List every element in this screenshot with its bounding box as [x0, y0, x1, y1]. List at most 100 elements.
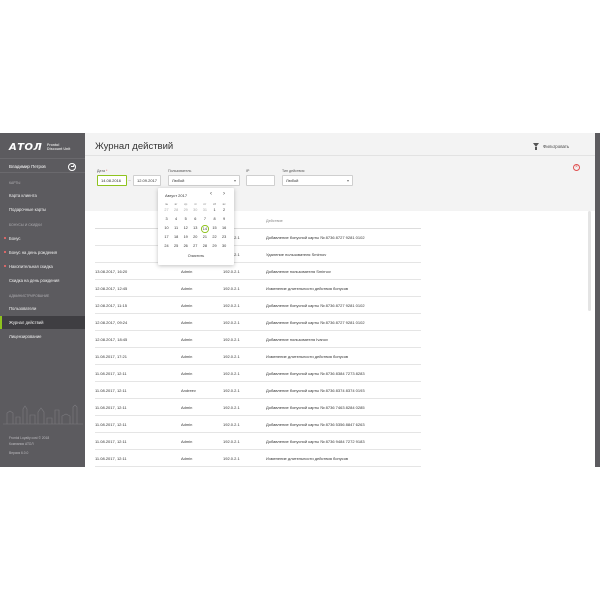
calendar-day[interactable]: 29	[210, 243, 219, 251]
chevron-left-icon[interactable]: ‹	[210, 191, 212, 197]
cell-action: Изменение длительности действия бонусов	[266, 456, 349, 461]
cell-user: Andreev	[181, 388, 196, 393]
user-select[interactable]: Любой	[168, 175, 240, 186]
calendar-day[interactable]: 4	[172, 216, 181, 224]
calendar-day[interactable]: 28	[200, 243, 209, 251]
chevron-right-icon[interactable]: ›	[223, 191, 225, 197]
cell-date: 11.08.2017, 12:11	[95, 371, 127, 376]
cell-date: 11.08.2017, 12:11	[95, 456, 127, 461]
calendar-day[interactable]: 14	[201, 225, 209, 233]
sidebar-item-bonus[interactable]: Бонус	[0, 232, 85, 245]
calendar-day[interactable]: 29	[181, 207, 190, 215]
sidebar-item-label: Подарочные карты	[9, 207, 46, 212]
cell-action: Удаление пользователя Smirnov	[266, 252, 327, 257]
sidebar-item-label: Скидка на день рождения	[9, 278, 60, 283]
logo-mark: АТОЛ	[9, 142, 43, 153]
calendar-day[interactable]: 30	[220, 243, 229, 251]
table-row[interactable]: 11.08.2017, 17:21 Admin 192.0.2.1 Изменение…	[95, 348, 421, 365]
calendar-day[interactable]: 3	[162, 216, 171, 224]
calendar-day[interactable]: 16	[220, 225, 229, 233]
calendar-day[interactable]: 19	[181, 234, 190, 242]
calendar-day[interactable]: 2	[220, 207, 229, 215]
logo: АТОЛ Frontol Discount Unit	[9, 142, 79, 153]
calendar-day[interactable]: 26	[181, 243, 190, 251]
date-from-input[interactable]: 14.08.2016	[97, 175, 127, 186]
user-row: Владимир Петров	[0, 158, 85, 173]
cell-user: Admin	[181, 303, 193, 308]
sidebar-item-birthday-discount[interactable]: Скидка на день рождения	[0, 274, 85, 287]
table-row[interactable]: 11.08.2017, 12:11 Admin 192.0.2.1 Добавлени…	[95, 399, 421, 416]
vertical-scrollbar[interactable]	[588, 211, 591, 311]
funnel-icon	[533, 143, 539, 150]
table-row[interactable]: 11.08.2017, 12:11 Admin 192.0.2.1 Изменение…	[95, 450, 421, 467]
calendar-day[interactable]: 28	[172, 207, 181, 215]
chevron-down-icon	[234, 180, 236, 182]
calendar-day[interactable]: 30	[191, 207, 200, 215]
calendar-day[interactable]: 9	[220, 216, 229, 224]
table-row[interactable]: 11.08.2017, 12:11 Admin 192.0.2.1 Добавлени…	[95, 433, 421, 450]
user-select-value: Любой	[172, 178, 185, 183]
table-row[interactable]: 12.08.2017, 12:45 Admin 192.0.2.1 Изменение…	[95, 280, 421, 297]
calendar-day[interactable]: 31	[200, 207, 209, 215]
table-row[interactable]: Andreev192.0.2.1Добавление бонусной карт…	[95, 229, 421, 246]
sidebar-item-birthday-bonus[interactable]: Бонус на день рождения	[0, 246, 85, 259]
calendar-day[interactable]: 24	[162, 243, 171, 251]
calendar-day[interactable]: 6	[191, 216, 200, 224]
sidebar-item-client-card[interactable]: Карта клиента	[0, 189, 85, 202]
calendar-weekday: чт	[193, 202, 197, 206]
sidebar-item-label: Журнал действий	[9, 320, 44, 325]
date-to-input[interactable]: 12.09.2017	[133, 175, 161, 186]
cell-ip: 192.0.2.1	[223, 320, 240, 325]
calendar-clear-button[interactable]: Очистить	[158, 254, 234, 258]
close-icon[interactable]: ×	[573, 164, 580, 171]
table-row[interactable]: 11.08.2017, 12:11 Admin 192.0.2.1 Добавлени…	[95, 416, 421, 433]
sidebar-item-label: Бонус на день рождения	[9, 250, 58, 255]
calendar-day[interactable]: 10	[162, 225, 171, 233]
calendar-weekday: сб	[212, 202, 217, 206]
calendar-day[interactable]: 5	[181, 216, 190, 224]
calendar-day[interactable]: 8	[210, 216, 219, 224]
sidebar-item-label: Бонус	[9, 236, 21, 241]
ip-input[interactable]	[246, 175, 275, 186]
sidebar-item-label: Лицензирование	[9, 334, 42, 339]
calendar-day[interactable]: 11	[172, 225, 181, 233]
sidebar-item-cumulative-discount[interactable]: Накопительная скидка	[0, 260, 85, 273]
calendar-day[interactable]: 25	[172, 243, 181, 251]
cell-action: Добавление бонусной карты № 8736 8384 72…	[266, 371, 365, 376]
calendar-day[interactable]: 20	[191, 234, 200, 242]
table-row[interactable]: 13.08.2017, 16:20 Admin 192.0.2.1 Добавлени…	[95, 263, 421, 280]
sidebar-item-gift-cards[interactable]: Подарочные карты	[0, 203, 85, 216]
sidebar-item-label: Накопительная скидка	[9, 264, 53, 269]
column-header-action[interactable]: Действие	[266, 219, 283, 223]
footer-copyright: Frontol Loyalty cost © 2018	[9, 436, 50, 440]
table-row[interactable]: 12.08.2017, 09:24 Admin 192.0.2.1 Добавлени…	[95, 314, 421, 331]
calendar-day[interactable]: 1	[210, 207, 219, 215]
cell-date: 12.08.2017, 18:45	[95, 337, 128, 342]
logout-icon[interactable]	[68, 162, 76, 171]
calendar-month-title: Август 2017	[165, 193, 188, 198]
table-row[interactable]: 11.08.2017, 12:11 Admin 192.0.2.1 Добавлени…	[95, 365, 421, 382]
calendar-day[interactable]: 27	[162, 207, 171, 215]
calendar-day[interactable]: 21	[200, 234, 209, 242]
table-row[interactable]: Andreev192.0.2.1Удаление пользователя Sm…	[95, 246, 421, 263]
calendar-day[interactable]: 27	[191, 243, 200, 251]
sidebar-item-action-log[interactable]: Журнал действий	[0, 316, 85, 329]
sidebar-item-licensing[interactable]: Лицензирование	[0, 330, 85, 343]
calendar-day[interactable]: 13	[191, 225, 200, 233]
sidebar-item-users[interactable]: Пользователи	[0, 302, 85, 315]
calendar-day[interactable]: 22	[210, 234, 219, 242]
table-row[interactable]: 11.08.2017, 12:11 Andreev 192.0.2.1 Добавле…	[95, 382, 421, 399]
cell-ip: 192.0.2.1	[223, 405, 240, 410]
calendar-day[interactable]: 7	[200, 216, 209, 224]
action-type-select[interactable]: Любой	[282, 175, 353, 186]
calendar-day[interactable]: 17	[162, 234, 171, 242]
table-row[interactable]: 12.08.2017, 18:45 Admin 192.0.2.1 Добавлени…	[95, 331, 421, 348]
filter-button[interactable]: Фильтровать	[533, 143, 569, 150]
calendar-day[interactable]: 18	[172, 234, 181, 242]
cell-action: Добавление бонусной карты № 8736 9484 72…	[266, 439, 365, 444]
calendar-day[interactable]: 23	[220, 234, 229, 242]
calendar-day[interactable]: 12	[181, 225, 190, 233]
calendar-day[interactable]: 15	[210, 225, 219, 233]
cell-action: Добавление пользователя Smirnov	[266, 269, 331, 274]
table-row[interactable]: 12.08.2017, 11:15 Admin 192.0.2.1 Добавлени…	[95, 297, 421, 314]
